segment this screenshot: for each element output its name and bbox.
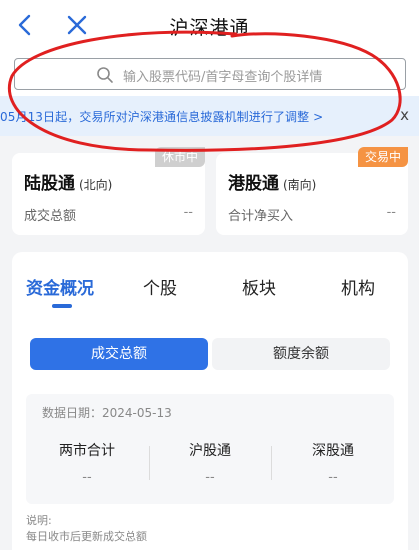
stats-box: 数据日期：2024-05-13 两市合计 -- 沪股通 -- 深股通 -- xyxy=(26,394,394,504)
fund-overview-panel: 资金概况 个股 板块 机构 成交总额 额度余额 数据日期：2024-05-13 … xyxy=(12,252,408,550)
notice-banner[interactable]: 05月13日起，交易所对沪深港通信息披露机制进行了调整 > x xyxy=(0,96,419,136)
northbound-card[interactable]: 休市中 陆股通 (北向) 成交总额 -- xyxy=(12,147,205,235)
card-metric-value: -- xyxy=(183,205,193,220)
data-date-label: 数据日期： xyxy=(42,406,103,420)
tab-institutions[interactable]: 机构 xyxy=(341,274,375,299)
card-subtitle: (南向) xyxy=(283,178,317,192)
stat-name: 两市合计 xyxy=(59,443,115,459)
tab-bar: 资金概况 个股 板块 机构 xyxy=(12,252,408,314)
search-bar-container: 输入股票代码/首字母查询个股详情 xyxy=(0,50,419,96)
card-subtitle: (北向) xyxy=(79,178,113,192)
note-text: 每日收市后更新成交总额 xyxy=(26,530,147,543)
card-title-text: 港股通 xyxy=(228,174,279,194)
stat-shanghai-connect: 沪股通 -- xyxy=(149,440,271,485)
stat-name: 深股通 xyxy=(312,443,354,459)
notice-link[interactable]: 05月13日起，交易所对沪深港通信息披露机制进行了调整 > xyxy=(0,108,323,125)
market-status-badge: 交易中 xyxy=(357,147,408,167)
card-metric-label: 成交总额 xyxy=(24,209,77,224)
card-title: 港股通 (南向) xyxy=(228,169,316,194)
top-nav-bar: 沪深港通 xyxy=(0,0,419,50)
segment-quota-balance-button[interactable]: 额度余额 xyxy=(212,338,390,370)
search-placeholder: 输入股票代码/首字母查询个股详情 xyxy=(123,70,323,85)
stat-value: -- xyxy=(82,470,92,485)
notice-close-button[interactable]: x xyxy=(400,106,409,124)
active-tab-indicator xyxy=(52,304,72,308)
card-title-text: 陆股通 xyxy=(24,174,75,194)
tab-sectors[interactable]: 板块 xyxy=(242,274,276,299)
stat-shenzhen-connect: 深股通 -- xyxy=(272,440,394,485)
stat-combined: 两市合计 -- xyxy=(26,440,148,485)
tab-stocks[interactable]: 个股 xyxy=(143,274,177,299)
stat-name: 沪股通 xyxy=(189,443,231,459)
market-status-badge: 休市中 xyxy=(154,147,205,167)
southbound-card[interactable]: 交易中 港股通 (南向) 合计净买入 -- xyxy=(216,147,408,235)
data-date: 数据日期：2024-05-13 xyxy=(42,404,172,421)
segment-turnover-button[interactable]: 成交总额 xyxy=(30,338,208,370)
page-title: 沪深港通 xyxy=(169,17,250,39)
stat-value: -- xyxy=(328,470,338,485)
stock-search-input[interactable]: 输入股票代码/首字母查询个股详情 xyxy=(14,58,406,90)
note-title: 说明: xyxy=(26,514,52,527)
tab-fund-overview[interactable]: 资金概况 xyxy=(26,274,94,299)
stat-value: -- xyxy=(205,470,215,485)
search-icon xyxy=(97,67,113,83)
card-metric-value: -- xyxy=(386,205,396,220)
data-date-value: 2024-05-13 xyxy=(102,406,172,420)
card-title: 陆股通 (北向) xyxy=(24,169,112,194)
card-metric-label: 合计净买入 xyxy=(228,209,294,224)
